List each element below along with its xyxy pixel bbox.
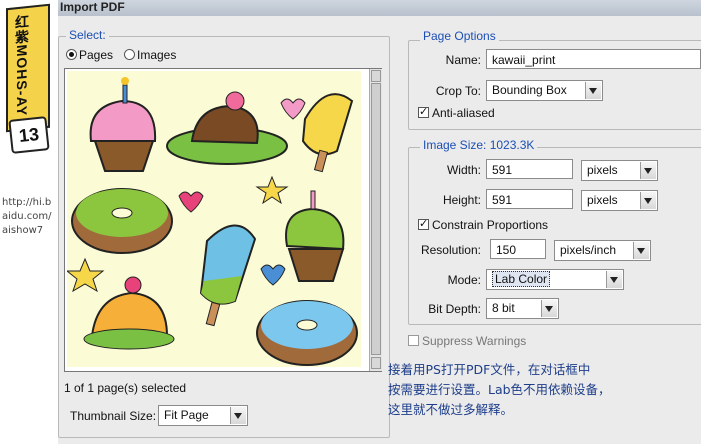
url-line: aidu.com/ <box>2 211 52 222</box>
image-size-title: Image Size: 1023.3K <box>420 138 538 152</box>
url-line: http://hi.b <box>2 197 52 208</box>
tutorial-sidebar: 红紫MOHS-AY 13 http://hi.b aidu.com/ aisho… <box>0 0 58 444</box>
donut-illustration <box>256 300 358 366</box>
chevron-down-icon <box>230 407 246 424</box>
anti-aliased-label[interactable]: Anti-aliased <box>432 106 495 120</box>
cupcake-illustration <box>285 190 345 282</box>
popsicle-illustration <box>301 93 354 173</box>
pages-radio[interactable] <box>66 49 77 60</box>
tutorial-tag-text: 红紫MOHS-AY <box>14 13 30 118</box>
dialog-titlebar[interactable]: Import PDF <box>58 0 701 16</box>
caption-line: 按需要进行设置。Lab色不用依赖设备， <box>388 382 611 397</box>
constrain-proportions-checkbox[interactable] <box>418 217 429 230</box>
resolution-input[interactable]: 150 <box>490 239 546 259</box>
thumbnail-size-label: Thumbnail Size: <box>70 409 157 423</box>
chevron-down-icon <box>606 271 622 288</box>
page-thumbnail[interactable] <box>67 71 361 367</box>
chevron-down-icon <box>541 300 557 317</box>
images-radio[interactable] <box>124 49 135 60</box>
chevron-down-icon <box>585 82 601 99</box>
pages-radio-label[interactable]: Pages <box>79 48 113 62</box>
url-line: aishow7 <box>2 225 44 236</box>
anti-aliased-checkbox[interactable] <box>418 105 429 118</box>
scroll-down-arrow[interactable] <box>371 357 381 369</box>
source-url: http://hi.b aidu.com/ aishow7 <box>2 196 60 238</box>
images-radio-label[interactable]: Images <box>137 48 176 62</box>
name-input[interactable]: kawaii_print <box>486 49 701 69</box>
thumbnail-size-select[interactable]: Fit Page <box>158 405 248 426</box>
pudding-illustration <box>83 276 175 350</box>
chevron-down-icon <box>640 162 656 179</box>
scroll-up-arrow[interactable] <box>371 70 381 82</box>
mode-label: Mode: <box>447 273 481 287</box>
cupcake-illustration <box>89 77 157 172</box>
height-label: Height: <box>442 193 481 207</box>
width-input[interactable]: 591 <box>486 159 573 179</box>
name-label: Name: <box>445 53 481 67</box>
suppress-warnings-checkbox[interactable] <box>408 335 419 346</box>
scroll-thumb[interactable] <box>371 83 381 355</box>
bit-depth-select[interactable]: 8 bit <box>486 298 559 319</box>
step-number: 13 <box>8 116 50 154</box>
thumbnail-scrollbar[interactable] <box>369 69 382 371</box>
resolution-label: Resolution: <box>420 243 481 257</box>
chevron-down-icon <box>640 192 656 209</box>
thumbnail-size-value: Fit Page <box>164 408 209 422</box>
height-unit-value: pixels <box>587 193 618 207</box>
pudding-illustration <box>166 91 288 165</box>
kawaii-illustration <box>67 77 358 366</box>
width-unit-select[interactable]: pixels <box>581 160 658 181</box>
crop-to-select[interactable]: Bounding Box <box>486 80 603 101</box>
width-label: Width: <box>446 163 481 177</box>
height-input[interactable]: 591 <box>486 189 573 209</box>
mode-value: Lab Color <box>492 271 551 287</box>
constrain-proportions-label[interactable]: Constrain Proportions <box>432 218 548 232</box>
bit-depth-value: 8 bit <box>492 301 515 315</box>
crop-to-value: Bounding Box <box>492 83 567 97</box>
dialog-title: Import PDF <box>60 0 125 14</box>
tutorial-tag: 红紫MOHS-AY <box>6 3 50 133</box>
thumbnail-list[interactable] <box>64 68 382 372</box>
suppress-warnings-label[interactable]: Suppress Warnings <box>422 334 526 348</box>
tutorial-caption: 接着用PS打开PDF文件，在对话框中 按需要进行设置。Lab色不用依赖设备， 这… <box>388 360 688 432</box>
select-group-title: Select: <box>66 28 109 42</box>
page-options-title: Page Options <box>420 29 499 43</box>
bit-depth-label: Bit Depth: <box>428 302 481 316</box>
crop-to-label: Crop To: <box>435 84 481 98</box>
selection-status: 1 of 1 page(s) selected <box>64 381 187 395</box>
caption-line: 接着用PS打开PDF文件，在对话框中 <box>388 362 591 377</box>
chevron-down-icon <box>633 242 649 259</box>
height-unit-select[interactable]: pixels <box>581 190 658 211</box>
resolution-unit-select[interactable]: pixels/inch <box>554 240 651 261</box>
popsicle-illustration <box>199 224 257 327</box>
mode-select[interactable]: Lab Color <box>486 269 624 290</box>
donut-illustration <box>71 188 173 254</box>
resolution-unit-value: pixels/inch <box>560 243 617 257</box>
width-unit-value: pixels <box>587 163 618 177</box>
caption-line: 这里就不做过多解释。 <box>388 402 514 417</box>
